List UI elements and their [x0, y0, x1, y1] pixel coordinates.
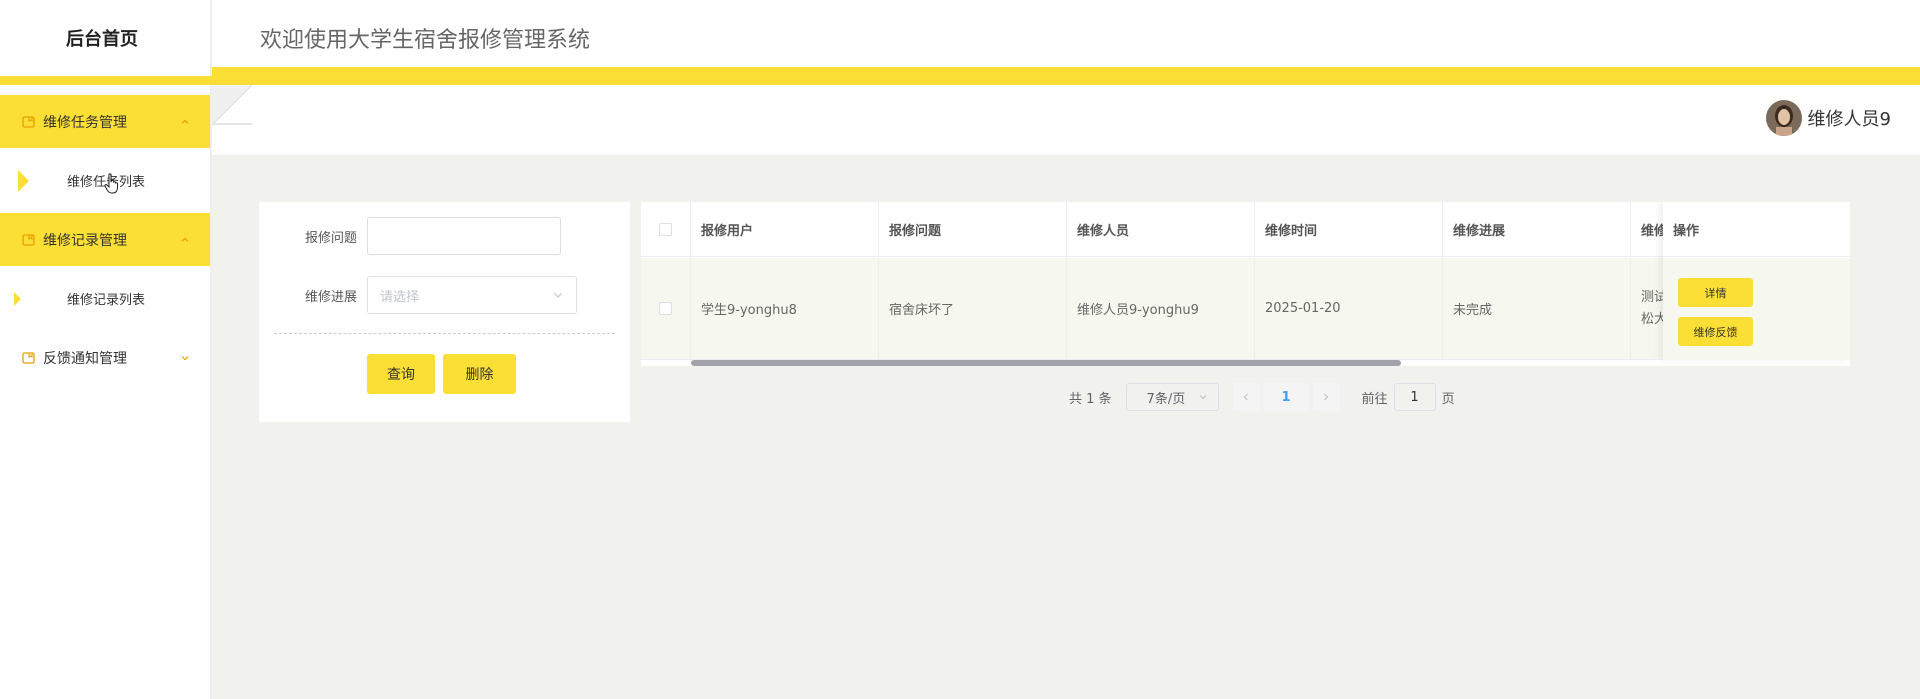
column-header-time[interactable]: 维修时间 — [1255, 202, 1443, 256]
progress-label: 维修进展 — [304, 289, 357, 305]
actions-cell: 详情 维修反馈 — [1663, 258, 1850, 360]
avatar — [1765, 100, 1802, 136]
repair-task-table: 报修用户 报修问题 维修人员 维修时间 维修进展 维修 学生9-yonghu8 … — [641, 202, 1850, 366]
chevron-down-icon — [180, 353, 190, 363]
pagination: 共 1 条 7条/页 1 前往 1 页 — [1069, 383, 1455, 411]
folder-icon — [22, 115, 35, 128]
goto-page: 前往 1 页 — [1362, 383, 1455, 411]
top-header: 欢迎使用大学生宿舍报修管理系统 — [212, 0, 1920, 76]
divider — [274, 333, 615, 334]
user-name: 维修人员9 — [1807, 109, 1891, 130]
search-panel: 报修问题 维修进展 请选择 查询 删除 — [259, 202, 630, 422]
active-indicator-icon — [18, 169, 29, 192]
goto-label: 前往 — [1361, 391, 1388, 407]
column-header-issue[interactable]: 报修问题 — [879, 202, 1067, 256]
page-title: 欢迎使用大学生宿舍报修管理系统 — [260, 28, 591, 53]
delete-button[interactable]: 删除 — [443, 354, 516, 394]
detail-button[interactable]: 详情 — [1678, 278, 1753, 307]
chevron-down-icon — [554, 293, 562, 298]
brand-home-link[interactable]: 后台首页 — [0, 0, 210, 76]
query-button[interactable]: 查询 — [367, 354, 435, 394]
issue-field-row: 报修问题 — [259, 217, 561, 255]
menu-group-label: 反馈通知管理 — [43, 350, 127, 367]
issue-input[interactable] — [367, 217, 561, 255]
indicator-icon — [14, 291, 21, 306]
row-select-cell — [641, 258, 691, 359]
column-header-actions: 操作 — [1663, 202, 1850, 257]
folder-icon — [22, 233, 35, 246]
progress-field-row: 维修进展 请选择 — [259, 276, 577, 314]
menu-group-label: 维修记录管理 — [43, 232, 127, 249]
row-checkbox[interactable] — [659, 302, 672, 315]
cell-staff: 维修人员9-yonghu9 — [1067, 258, 1255, 359]
column-header-user[interactable]: 报修用户 — [691, 202, 879, 256]
chevron-down-icon — [1199, 395, 1206, 400]
select-all-checkbox[interactable] — [659, 222, 672, 236]
progress-placeholder: 请选择 — [380, 289, 420, 305]
menu-group-label: 维修任务管理 — [43, 114, 127, 131]
goto-suffix: 页 — [1441, 391, 1455, 407]
select-all-cell — [641, 202, 691, 256]
user-bar: 维修人员9 — [212, 85, 1920, 155]
cell-user: 学生9-yonghu8 — [691, 258, 879, 359]
sidebar: 后台首页 维修任务管理 维修任务列表 维修记录管理 维修记录列表 反馈通知管理 — [0, 0, 211, 699]
sidebar-item-label: 维修记录列表 — [67, 293, 146, 308]
hand-cursor-icon — [104, 173, 118, 194]
menu-group-repair-tasks[interactable]: 维修任务管理 — [0, 95, 210, 148]
chevron-right-icon — [1324, 393, 1329, 401]
goto-page-input[interactable]: 1 — [1393, 383, 1436, 411]
horizontal-scrollbar[interactable] — [691, 360, 1401, 366]
column-header-staff[interactable]: 维修人员 — [1067, 202, 1255, 256]
cell-issue: 宿舍床坏了 — [879, 258, 1067, 359]
page-size-select[interactable]: 7条/页 — [1125, 383, 1219, 411]
page-number-current[interactable]: 1 — [1263, 383, 1309, 411]
column-header-progress[interactable]: 维修进展 — [1443, 202, 1631, 256]
issue-label: 报修问题 — [304, 230, 357, 246]
cell-progress: 未完成 — [1443, 258, 1631, 359]
sidebar-item-repair-record-list[interactable]: 维修记录列表 — [0, 266, 210, 331]
chevron-up-icon — [180, 117, 190, 127]
page-size-value: 7条/页 — [1146, 391, 1186, 407]
next-page-button[interactable] — [1312, 383, 1340, 411]
cell-time: 2025-01-20 — [1255, 258, 1443, 359]
operation-column: 操作 详情 维修反馈 — [1663, 202, 1850, 360]
pagination-total: 共 1 条 — [1069, 391, 1112, 407]
progress-select[interactable]: 请选择 — [367, 276, 577, 314]
folder-icon — [22, 351, 35, 364]
menu-group-repair-records[interactable]: 维修记录管理 — [0, 213, 210, 266]
menu-group-feedback[interactable]: 反馈通知管理 — [0, 331, 210, 384]
feedback-button[interactable]: 维修反馈 — [1678, 317, 1753, 346]
collapse-corner-icon[interactable] — [212, 85, 252, 125]
prev-page-button[interactable] — [1232, 383, 1260, 411]
chevron-up-icon — [180, 235, 190, 245]
user-menu[interactable]: 维修人员9 — [1765, 100, 1891, 136]
chevron-left-icon — [1243, 393, 1248, 401]
accent-strip — [0, 76, 1920, 85]
